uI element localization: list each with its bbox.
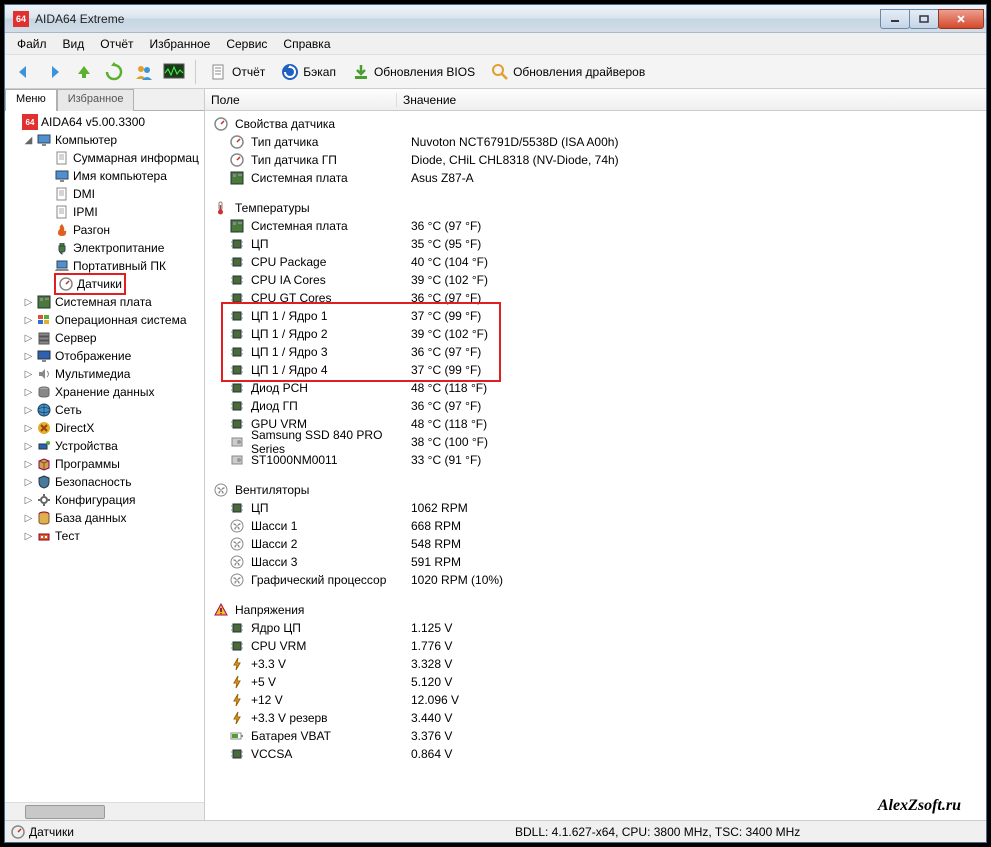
h-scrollbar[interactable]	[5, 802, 204, 820]
minimize-button[interactable]	[880, 9, 910, 29]
tree-node[interactable]: ▷Конфигурация	[5, 491, 204, 509]
toolbar: Отчёт Бэкап Обновления BIOS Обновления д…	[5, 55, 986, 89]
data-row[interactable]: Samsung SSD 840 PRO Series38 °C (100 °F)	[205, 433, 986, 451]
tree-node[interactable]: Разгон	[5, 221, 204, 239]
data-row[interactable]: ЦП 1 / Ядро 239 °C (102 °F)	[205, 325, 986, 343]
data-row[interactable]: ЦП35 °C (95 °F)	[205, 235, 986, 253]
refresh-button[interactable]	[101, 59, 127, 85]
tree-node[interactable]: Суммарная информац	[5, 149, 204, 167]
tree-node[interactable]: Имя компьютера	[5, 167, 204, 185]
backup-button[interactable]: Бэкап	[275, 61, 342, 83]
window-title: AIDA64 Extreme	[35, 12, 881, 26]
data-row[interactable]: CPU Package40 °C (104 °F)	[205, 253, 986, 271]
section-header: Свойства датчика	[205, 115, 986, 133]
tree-node[interactable]: IPMI	[5, 203, 204, 221]
users-icon[interactable]	[131, 59, 157, 85]
tree-node[interactable]: ▷Сеть	[5, 401, 204, 419]
data-row[interactable]: CPU GT Cores36 °C (97 °F)	[205, 289, 986, 307]
data-row[interactable]: Тип датчикаNuvoton NCT6791D/5538D (ISA A…	[205, 133, 986, 151]
tree-node[interactable]: Датчики	[5, 275, 204, 293]
menu-view[interactable]: Вид	[55, 35, 93, 53]
watermark: AlexZsoft.ru	[878, 797, 961, 815]
status-right-text: BDLL: 4.1.627-x64, CPU: 3800 MHz, TSC: 3…	[205, 825, 986, 839]
data-row[interactable]: Системная платаAsus Z87-A	[205, 169, 986, 187]
section-header: Температуры	[205, 199, 986, 217]
status-left-text: Датчики	[29, 825, 74, 839]
tree-node[interactable]: ▷Отображение	[5, 347, 204, 365]
statusbar: Датчики BDLL: 4.1.627-x64, CPU: 3800 MHz…	[5, 820, 986, 842]
back-button[interactable]	[11, 59, 37, 85]
data-row[interactable]: ST1000NM001133 °C (91 °F)	[205, 451, 986, 469]
maximize-button[interactable]	[909, 9, 939, 29]
menu-favorites[interactable]: Избранное	[142, 35, 219, 53]
col-field[interactable]: Поле	[205, 93, 397, 107]
tree-node[interactable]: ◢Компьютер	[5, 131, 204, 149]
data-row[interactable]: Системная плата36 °C (97 °F)	[205, 217, 986, 235]
tree-node[interactable]: ▷Хранение данных	[5, 383, 204, 401]
menu-service[interactable]: Сервис	[218, 35, 275, 53]
sidebar-tabs: Меню Избранное	[5, 89, 204, 111]
data-row[interactable]: Графический процессор1020 RPM (10%)	[205, 571, 986, 589]
data-row[interactable]: CPU IA Cores39 °C (102 °F)	[205, 271, 986, 289]
data-row[interactable]: +5 V5.120 V	[205, 673, 986, 691]
tree-node[interactable]: 64AIDA64 v5.00.3300	[5, 113, 204, 131]
data-row[interactable]: Шасси 1668 RPM	[205, 517, 986, 535]
nav-tree[interactable]: 64AIDA64 v5.00.3300◢КомпьютерСуммарная и…	[5, 111, 204, 802]
tab-menu[interactable]: Меню	[5, 89, 57, 111]
titlebar: 64 AIDA64 Extreme	[5, 5, 986, 33]
bios-update-button[interactable]: Обновления BIOS	[346, 61, 481, 83]
driver-update-button[interactable]: Обновления драйверов	[485, 61, 651, 83]
sensor-icon	[11, 825, 25, 839]
data-row[interactable]: ЦП 1 / Ядро 437 °C (99 °F)	[205, 361, 986, 379]
tree-node[interactable]: ▷Мультимедиа	[5, 365, 204, 383]
tree-node[interactable]: ▷Безопасность	[5, 473, 204, 491]
section-header: Напряжения	[205, 601, 986, 619]
tab-favorites[interactable]: Избранное	[57, 89, 135, 111]
col-value[interactable]: Значение	[397, 93, 986, 107]
data-row[interactable]: +3.3 V резерв3.440 V	[205, 709, 986, 727]
columns-header: Поле Значение	[205, 89, 986, 111]
menu-help[interactable]: Справка	[275, 35, 338, 53]
data-row[interactable]: Шасси 3591 RPM	[205, 553, 986, 571]
data-row[interactable]: Ядро ЦП1.125 V	[205, 619, 986, 637]
data-row[interactable]: Шасси 2548 RPM	[205, 535, 986, 553]
data-row[interactable]: Диод ГП36 °C (97 °F)	[205, 397, 986, 415]
report-button[interactable]: Отчёт	[204, 61, 271, 83]
menu-report[interactable]: Отчёт	[92, 35, 141, 53]
close-button[interactable]	[938, 9, 984, 29]
content-list[interactable]: Свойства датчикаТип датчикаNuvoton NCT67…	[205, 111, 986, 820]
forward-button[interactable]	[41, 59, 67, 85]
up-button[interactable]	[71, 59, 97, 85]
tree-node[interactable]: ▷Устройства	[5, 437, 204, 455]
search-icon	[491, 63, 509, 81]
data-row[interactable]: ЦП 1 / Ядро 336 °C (97 °F)	[205, 343, 986, 361]
tree-node[interactable]: ▷Операционная система	[5, 311, 204, 329]
backup-icon	[281, 63, 299, 81]
tree-node[interactable]: ▷Программы	[5, 455, 204, 473]
data-row[interactable]: ЦП1062 RPM	[205, 499, 986, 517]
data-row[interactable]: Батарея VBAT3.376 V	[205, 727, 986, 745]
tree-node[interactable]: ▷DirectX	[5, 419, 204, 437]
download-icon	[352, 63, 370, 81]
monitor-icon[interactable]	[161, 59, 187, 85]
data-row[interactable]: VCCSA0.864 V	[205, 745, 986, 763]
data-row[interactable]: CPU VRM1.776 V	[205, 637, 986, 655]
report-icon	[210, 63, 228, 81]
tree-node[interactable]: ▷Системная плата	[5, 293, 204, 311]
data-row[interactable]: +12 V12.096 V	[205, 691, 986, 709]
app-icon: 64	[13, 11, 29, 27]
section-header: Вентиляторы	[205, 481, 986, 499]
tree-node[interactable]: ▷Сервер	[5, 329, 204, 347]
tree-node[interactable]: Электропитание	[5, 239, 204, 257]
menubar: Файл Вид Отчёт Избранное Сервис Справка	[5, 33, 986, 55]
data-row[interactable]: Диод PCH48 °C (118 °F)	[205, 379, 986, 397]
data-row[interactable]: +3.3 V3.328 V	[205, 655, 986, 673]
tree-node[interactable]: ▷База данных	[5, 509, 204, 527]
tree-node[interactable]: DMI	[5, 185, 204, 203]
tree-node[interactable]: ▷Тест	[5, 527, 204, 545]
data-row[interactable]: ЦП 1 / Ядро 137 °C (99 °F)	[205, 307, 986, 325]
menu-file[interactable]: Файл	[9, 35, 55, 53]
data-row[interactable]: Тип датчика ГПDiode, CHiL CHL8318 (NV-Di…	[205, 151, 986, 169]
